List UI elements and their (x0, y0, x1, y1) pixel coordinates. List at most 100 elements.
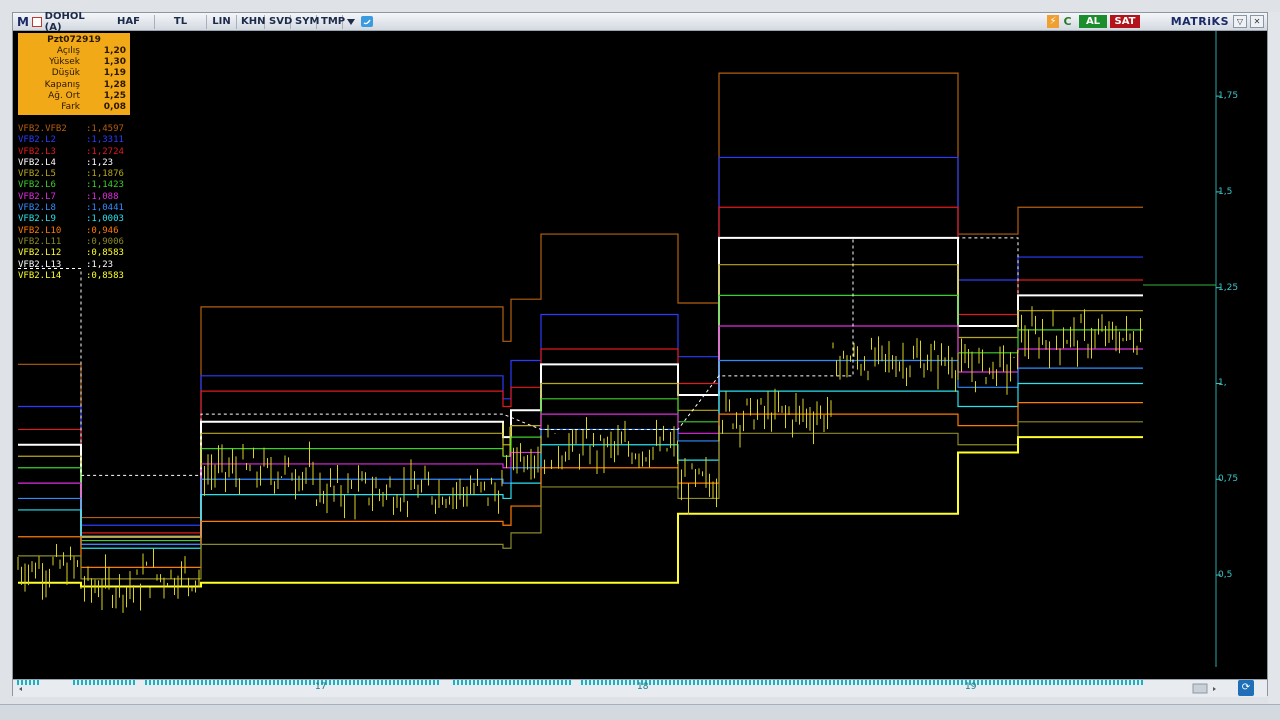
legend-name: VFB2.L7 (18, 191, 56, 202)
time-tick (549, 680, 551, 685)
time-tick (941, 680, 943, 685)
time-tick (1001, 680, 1003, 685)
time-tick (333, 680, 335, 685)
time-tick (273, 680, 275, 685)
time-tick (389, 680, 391, 685)
time-tick (957, 680, 959, 685)
time-tick (665, 680, 667, 685)
time-tick (541, 680, 543, 685)
time-tick (1037, 680, 1039, 685)
time-tick (605, 680, 607, 685)
time-tick (293, 680, 295, 685)
time-tick (885, 680, 887, 685)
sym-button[interactable]: SYM (291, 14, 319, 29)
lightning-icon[interactable]: ⚡ (1047, 15, 1059, 28)
price-chart[interactable] (13, 31, 1267, 667)
indicator-line (18, 206, 1143, 534)
time-tick (85, 680, 87, 685)
legend-item: VFB2.L10:0,946 (18, 226, 124, 237)
time-tick (689, 680, 691, 685)
time-tick (929, 680, 931, 685)
time-tick (877, 680, 879, 685)
time-tick (329, 680, 331, 685)
time-tick (477, 680, 479, 685)
time-tick (73, 680, 75, 685)
tl-button[interactable]: TL (155, 14, 207, 29)
time-tick (1137, 680, 1139, 685)
y-tick-label: 1,75 (1218, 91, 1239, 102)
legend-item: VFB2.L12:0,8583 (18, 248, 124, 259)
khn-button[interactable]: KHN (237, 14, 266, 29)
svd-button[interactable]: SVD (265, 14, 292, 29)
time-tick (657, 680, 659, 685)
infobox-row: Açılış 1,20 (22, 46, 126, 57)
close-button[interactable]: ✕ (1250, 15, 1264, 28)
time-tick (537, 680, 539, 685)
symbol-selector[interactable]: M DOHOL (A) (13, 11, 103, 33)
time-tick (897, 680, 899, 685)
time-tick (365, 680, 367, 685)
infobox-label: Düşük (51, 68, 80, 79)
time-tick (717, 680, 719, 685)
scroll-right-arrow-icon[interactable] (1213, 687, 1216, 691)
time-tick (1089, 680, 1091, 685)
legend-item: VFB2.L2:1,3311 (18, 135, 124, 146)
haf-button[interactable]: HAF (103, 14, 155, 29)
time-tick (469, 680, 471, 685)
time-tick (233, 680, 235, 685)
time-tick (685, 680, 687, 685)
time-tick (1061, 680, 1063, 685)
infobox-row: Yüksek 1,30 (22, 57, 126, 68)
lin-button[interactable]: LIN (207, 14, 237, 29)
time-tick (737, 680, 739, 685)
chart-settings-icon[interactable]: ⟳ (1238, 680, 1254, 696)
time-tick (753, 680, 755, 685)
indicator-line (18, 72, 1143, 519)
time-tick (993, 680, 995, 685)
twitter-icon[interactable] (360, 15, 374, 29)
y-tick-label: 0,5 (1218, 570, 1233, 581)
legend-name: VFB2.L10 (18, 225, 62, 236)
page-horizontal-scrollbar[interactable] (0, 704, 1280, 720)
time-tick (21, 680, 23, 685)
time-tick (285, 680, 287, 685)
sell-button[interactable]: SAT (1110, 15, 1140, 28)
time-tick (901, 680, 903, 685)
time-tick (269, 680, 271, 685)
time-tick (793, 680, 795, 685)
time-tick (1093, 680, 1095, 685)
time-tick (1109, 680, 1111, 685)
scroll-left-arrow-icon[interactable] (19, 687, 22, 691)
legend-value: :1,1876 (86, 169, 124, 180)
time-tick (369, 680, 371, 685)
time-tick (353, 680, 355, 685)
tmp-button[interactable]: TMP (317, 14, 345, 29)
time-tick (797, 680, 799, 685)
time-tick (633, 680, 635, 685)
time-tick (297, 680, 299, 685)
time-tick (497, 680, 499, 685)
time-tick (101, 680, 103, 685)
time-tick (377, 680, 379, 685)
buy-button[interactable]: AL (1079, 15, 1107, 28)
scroll-thumb[interactable] (1192, 683, 1208, 694)
page-vertical-scrollbar[interactable] (1268, 12, 1280, 704)
time-tick (873, 680, 875, 685)
legend-name: VFB2.VFB2 (18, 124, 67, 134)
time-tick (865, 680, 867, 685)
time-tick (561, 680, 563, 685)
time-tick (229, 680, 231, 685)
time-tick (157, 680, 159, 685)
time-tick (393, 680, 395, 685)
menu-dropdown-button[interactable]: ▽ (1233, 15, 1247, 28)
chart-time-scrollbar[interactable]: 17 18 19 ⟳ (13, 679, 1267, 697)
time-tick (1085, 680, 1087, 685)
time-tick (385, 680, 387, 685)
dropdown-arrow-icon[interactable] (344, 15, 358, 29)
y-tick-label: 0,75 (1218, 474, 1239, 485)
ohlc-info-box: Pzt072919 Açılış 1,20 Yüksek 1,30 Düşük 1,19 K… (18, 33, 130, 115)
time-tick (401, 680, 403, 685)
time-tick (261, 680, 263, 685)
time-tick (677, 680, 679, 685)
refresh-icon[interactable]: C (1061, 15, 1074, 28)
